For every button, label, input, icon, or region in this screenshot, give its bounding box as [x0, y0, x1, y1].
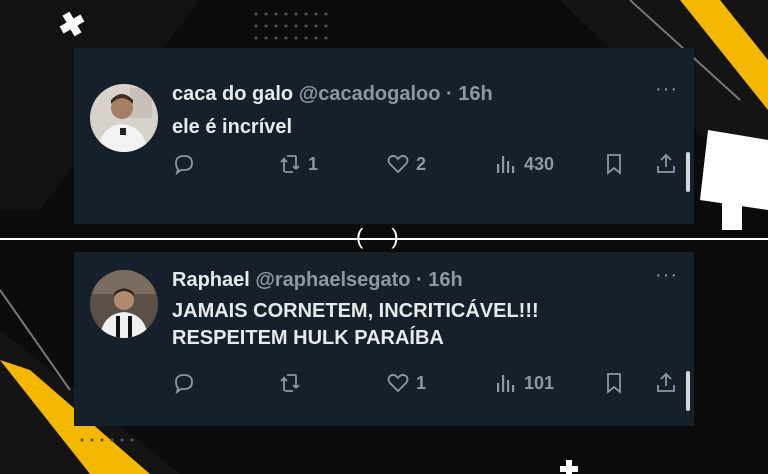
tweet-text: JAMAIS CORNETEM, INCRITICÁVEL!!! RESPEIT… — [172, 298, 539, 352]
tweet-header: caca do galo @cacadogaloo · 16h — [172, 82, 493, 106]
user-handle[interactable]: @raphaelsegato — [255, 269, 410, 291]
retweet-icon — [280, 374, 300, 392]
bookmark-button[interactable] — [602, 371, 626, 395]
tweet-header: Raphael @raphaelsegato · 16h — [172, 268, 463, 292]
heart-icon — [387, 373, 409, 393]
heart-icon — [387, 154, 409, 174]
reply-icon — [175, 155, 193, 176]
views-icon — [497, 156, 515, 173]
more-options-icon[interactable]: ··· — [655, 78, 678, 101]
view-count: 101 — [524, 372, 555, 393]
like-count: 2 — [416, 153, 427, 174]
retweet-count: 1 — [308, 153, 319, 174]
share-button[interactable] — [654, 371, 678, 395]
user-handle[interactable]: @cacadogaloo — [299, 83, 441, 105]
scrollbar[interactable] — [686, 152, 690, 192]
like-count: 1 — [416, 372, 427, 393]
avatar[interactable] — [90, 270, 158, 338]
display-name[interactable]: Raphael — [172, 269, 250, 291]
tweet-text: ele é incrível — [172, 114, 292, 141]
reply-icon — [175, 374, 193, 395]
tweet-card[interactable]: Raphael @raphaelsegato · 16h ··· JAMAIS … — [74, 252, 694, 426]
divider-parentheses: () — [356, 224, 427, 249]
retweet-button[interactable]: 1 — [278, 152, 318, 176]
tweet-text-line: RESPEITEM HULK PARAÍBA — [172, 327, 444, 349]
views-icon — [497, 375, 515, 392]
separator-dot: · — [446, 83, 453, 105]
like-button[interactable]: 1 — [386, 371, 426, 395]
tweet-text-line: ele é incrível — [172, 116, 293, 138]
display-name[interactable]: caca do galo — [172, 83, 293, 105]
reply-button[interactable] — [172, 371, 202, 395]
tweet-time[interactable]: 16h — [458, 83, 492, 105]
share-icon — [657, 372, 675, 392]
more-options-icon[interactable]: ··· — [655, 264, 678, 287]
views-button[interactable]: 101 — [494, 371, 554, 395]
reply-button[interactable] — [172, 152, 202, 176]
share-button[interactable] — [654, 152, 678, 176]
tweet-card[interactable]: caca do galo @cacadogaloo · 16h ··· ele … — [74, 48, 694, 224]
tweet-actions: 1 2 430 — [172, 152, 682, 180]
view-count: 430 — [524, 153, 555, 174]
scrollbar[interactable] — [686, 371, 690, 411]
bookmark-button[interactable] — [602, 152, 626, 176]
bookmark-icon — [607, 154, 621, 175]
tweet-text-line: JAMAIS CORNETEM, INCRITICÁVEL!!! — [172, 300, 539, 322]
views-button[interactable]: 430 — [494, 152, 554, 176]
separator-dot: · — [416, 269, 423, 291]
retweet-icon — [280, 155, 300, 173]
tweet-time[interactable]: 16h — [428, 269, 462, 291]
retweet-button[interactable] — [278, 371, 308, 395]
like-button[interactable]: 2 — [386, 152, 426, 176]
share-icon — [657, 153, 675, 173]
tweet-actions: 1 101 — [172, 371, 682, 399]
bookmark-icon — [607, 373, 621, 394]
avatar[interactable] — [90, 84, 158, 152]
